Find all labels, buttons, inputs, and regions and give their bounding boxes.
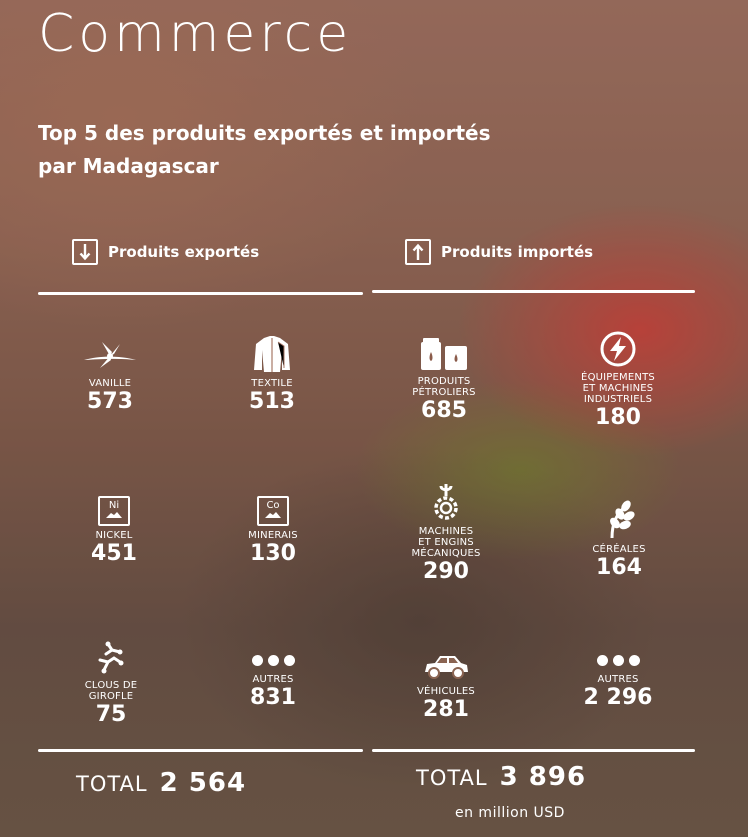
item-value: 573 [87,389,133,414]
vanilla-icon [80,328,140,374]
item-label: PRODUITS [417,376,471,387]
item-value: 451 [91,541,137,566]
dots-icon [596,624,640,670]
total-label: TOTAL [416,766,488,790]
item-label: ET MACHINES [582,383,654,394]
item-label: INDUSTRIELS [583,394,653,405]
item-value: 290 [423,559,469,584]
imports-total: TOTAL 3 896 [416,762,586,792]
imports-header-divider [372,290,695,293]
item-label: CÉRÉALES [592,544,646,555]
item-label: AUTRES [252,674,294,685]
exports-header: Produits exportés [72,237,259,267]
car-icon [421,636,471,682]
import-item-machines: MACHINES ET ENGINS MÉCANIQUES 290 [386,476,506,585]
item-label: PÉTROLIERS [412,387,476,398]
item-label: ÉQUIPEMENTS [581,372,655,383]
exports-header-divider [38,292,363,295]
page-title: Commerce [38,4,353,64]
export-item-autres: AUTRES 831 [213,624,333,711]
item-label: VÉHICULES [417,686,475,697]
imports-header: Produits importés [405,237,593,267]
grain-icon [602,494,636,540]
item-label: ET ENGINS [418,537,474,548]
imports-header-label: Produits importés [441,243,594,261]
item-value: 130 [250,541,296,566]
exports-total-divider [38,749,363,752]
export-item-textile: TEXTILE 513 [212,328,332,415]
total-value: 2 564 [159,768,247,798]
export-item-girofle: CLOUS DE GIROFLE 75 [51,630,171,728]
import-item-cereales: CÉRÉALES 164 [559,494,679,581]
import-item-petroliers: PRODUITS PÉTROLIERS 685 [384,326,504,424]
export-item-vanille: VANILLE 573 [50,328,170,415]
unit-note: en million USD [455,805,565,821]
subtitle-line: Top 5 des produits exportés et importés [38,121,491,145]
import-item-equipements: ÉQUIPEMENTS ET MACHINES INDUSTRIELS 180 [558,322,678,431]
clove-icon [94,630,128,676]
gear-wrench-icon [428,476,464,522]
item-label: MÉCANIQUES [411,548,481,559]
item-label: VANILLE [88,378,132,389]
item-value: 685 [421,398,467,423]
item-label: MACHINES [418,526,474,537]
upload-arrow-icon [405,239,431,265]
item-label: TEXTILE [251,378,293,389]
exports-header-label: Produits exportés [108,243,260,261]
item-value: 831 [250,685,296,710]
item-value: 180 [595,405,641,430]
subtitle: Top 5 des produits exportés et importés … [38,117,598,183]
item-value: 75 [95,702,127,727]
element-symbol: Ni [108,500,120,511]
total-label: TOTAL [76,772,148,796]
item-value: 513 [249,389,295,414]
subtitle-line: par Madagascar [38,154,219,178]
total-value: 3 896 [499,762,587,792]
textile-icon [252,328,292,374]
item-label: CLOUS DE [84,680,138,691]
import-item-autres: AUTRES 2 296 [558,624,678,711]
minerals-icon: Co [257,480,289,526]
download-arrow-icon [72,239,98,265]
item-label: GIROFLE [88,691,134,702]
commerce-panel: Commerce Top 5 des produits exportés et … [0,0,748,837]
dots-icon [251,624,295,670]
item-label: MINERAIS [248,530,298,541]
lightning-icon [599,322,637,368]
item-value: 2 296 [583,685,653,710]
item-label: AUTRES [597,674,639,685]
element-symbol: Co [266,500,280,511]
export-item-minerais: Co MINERAIS 130 [213,480,333,567]
export-item-nickel: Ni NICKEL 451 [54,480,174,567]
item-label: NICKEL [95,530,133,541]
nickel-icon: Ni [98,480,130,526]
imports-total-divider [372,749,695,752]
import-item-vehicules: VÉHICULES 281 [386,636,506,723]
exports-total: TOTAL 2 564 [76,768,246,798]
item-value: 281 [423,697,469,722]
oil-barrels-icon [417,326,471,372]
item-value: 164 [596,555,642,580]
